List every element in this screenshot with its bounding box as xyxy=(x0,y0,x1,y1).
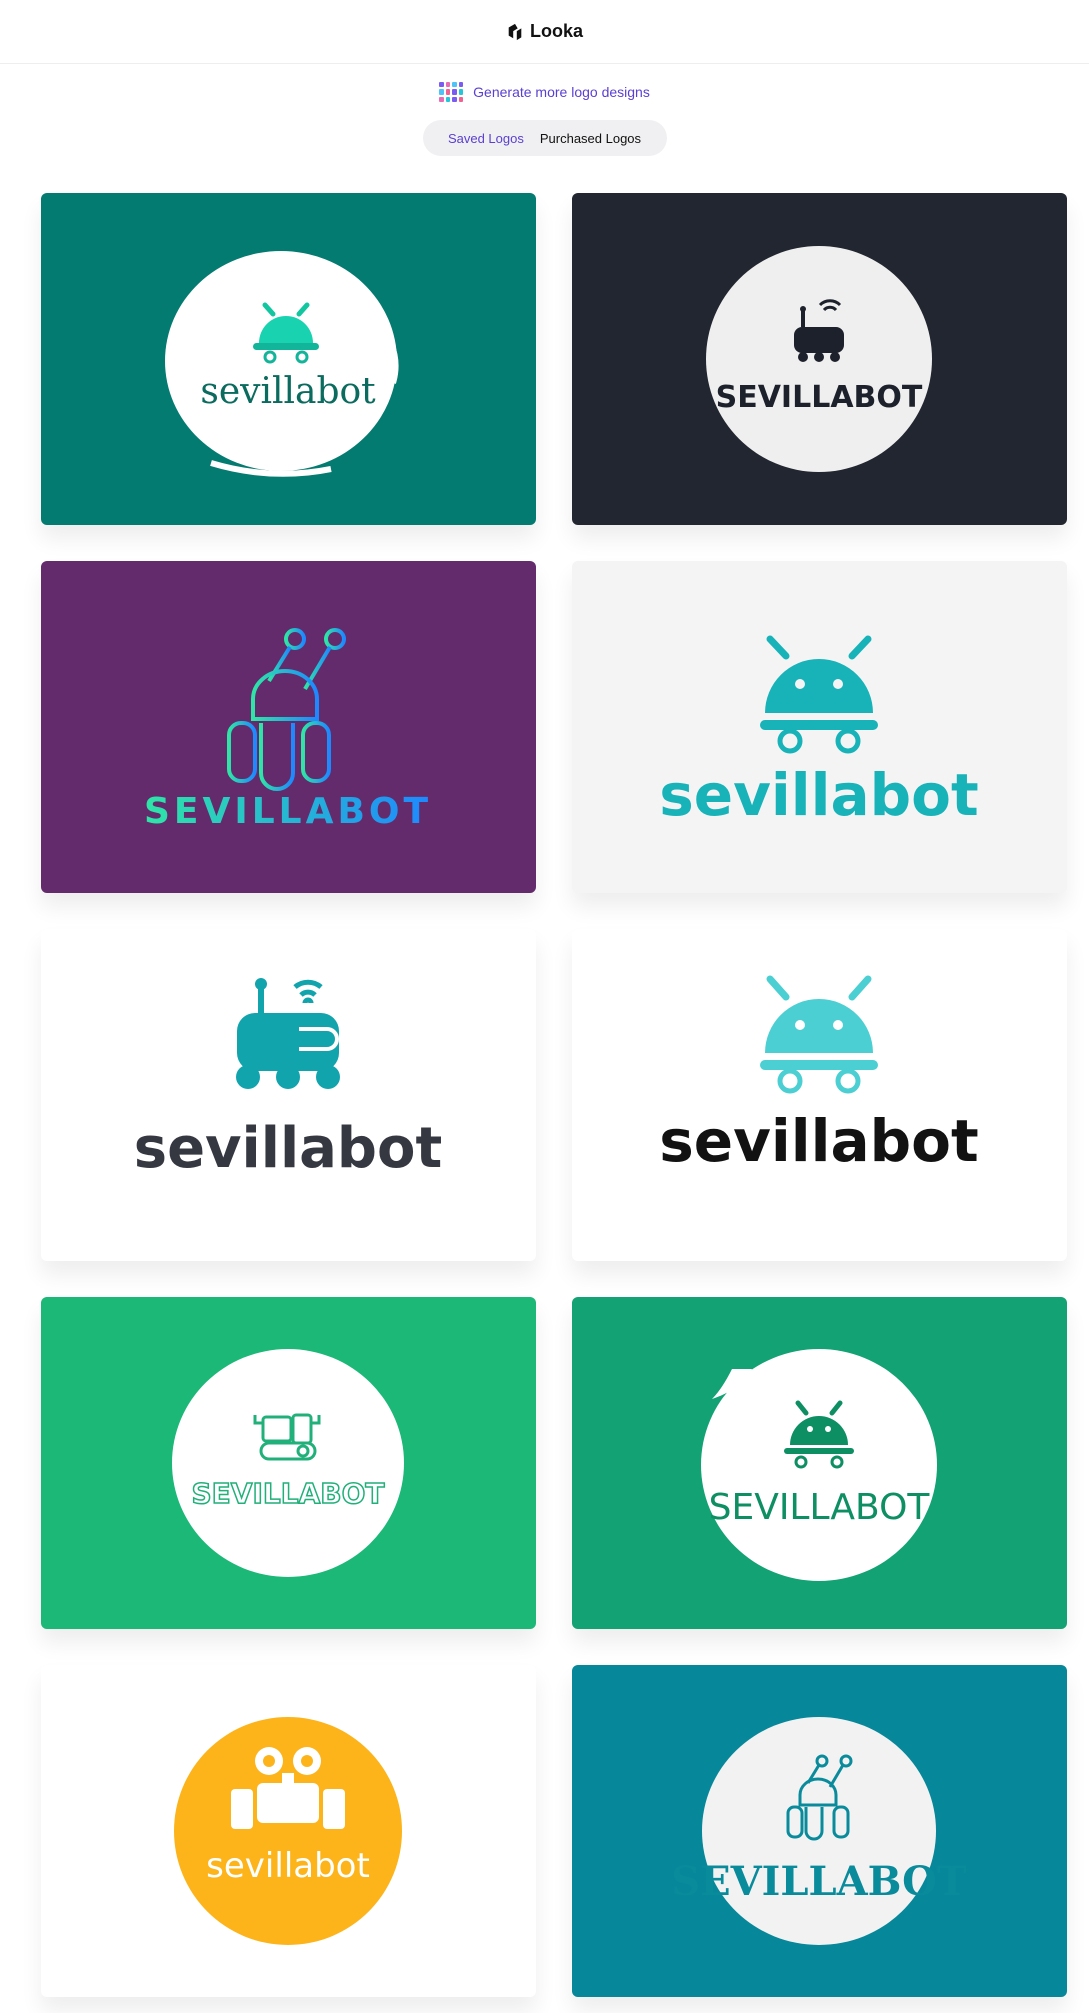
logo-grid: sevillabot SEVILLABOT SEVILLABOT sevilla… xyxy=(41,193,1067,1997)
logo-wordmark: SEVILLABOT xyxy=(716,380,923,415)
logo-wordmark: sevillabot xyxy=(206,1846,370,1886)
robot-icon xyxy=(227,628,346,791)
logo-wordmark: sevillabot xyxy=(659,761,979,829)
logo-preview: sevillabot xyxy=(659,975,979,1175)
robot-icon xyxy=(760,635,878,754)
logo-preview: SEVILLABOT xyxy=(144,628,432,832)
logo-preview: SEVILLABOT xyxy=(671,1717,967,1945)
logo-wordmark: SEVILLABOT xyxy=(192,1477,385,1510)
logo-wordmark: SEVILLABOT xyxy=(144,791,432,832)
tab-saved-logos[interactable]: Saved Logos xyxy=(448,131,524,146)
logo-card[interactable]: SEVILLABOT xyxy=(572,1297,1067,1629)
logo-card[interactable]: SEVILLABOT xyxy=(41,1297,536,1629)
logo-card[interactable]: sevillabot xyxy=(41,193,536,525)
top-bar: Looka xyxy=(0,0,1089,64)
logo-wordmark: sevillabot xyxy=(134,1116,443,1181)
logo-preview: sevillabot xyxy=(174,1717,402,1945)
brand-name: Looka xyxy=(529,21,583,41)
generate-more-link[interactable]: Generate more logo designs xyxy=(0,82,1089,102)
tab-purchased-logos[interactable]: Purchased Logos xyxy=(540,131,641,146)
logo-preview: SEVILLABOT xyxy=(172,1349,404,1577)
logo-card[interactable]: sevillabot xyxy=(41,929,536,1261)
brand[interactable]: Looka xyxy=(506,21,583,42)
looka-logo-icon xyxy=(508,23,522,40)
robot-icon xyxy=(760,975,878,1094)
logo-wordmark: SEVILLABOT xyxy=(671,1858,967,1905)
logo-grid-icon xyxy=(439,82,464,102)
logo-wordmark: SEVILLABOT xyxy=(709,1487,931,1528)
logo-wordmark: sevillabot xyxy=(659,1107,979,1175)
logo-tabs: Saved Logos Purchased Logos xyxy=(422,120,667,156)
robot-icon xyxy=(236,978,340,1089)
logo-card[interactable]: sevillabot xyxy=(572,561,1067,893)
logo-card[interactable]: sevillabot xyxy=(41,1665,536,1997)
logo-preview: sevillabot xyxy=(134,978,443,1181)
logo-card[interactable]: SEVILLABOT xyxy=(41,561,536,893)
logo-preview: sevillabot xyxy=(165,251,399,477)
logo-card[interactable]: SEVILLABOT xyxy=(572,1665,1067,1997)
logo-card[interactable]: sevillabot xyxy=(572,929,1067,1261)
logo-preview: sevillabot xyxy=(659,635,979,829)
generate-more-label: Generate more logo designs xyxy=(473,84,650,100)
logo-card[interactable]: SEVILLABOT xyxy=(572,193,1067,525)
logo-preview: SEVILLABOT xyxy=(706,246,932,472)
logo-preview: SEVILLABOT xyxy=(701,1349,937,1581)
logo-wordmark: sevillabot xyxy=(200,371,376,412)
